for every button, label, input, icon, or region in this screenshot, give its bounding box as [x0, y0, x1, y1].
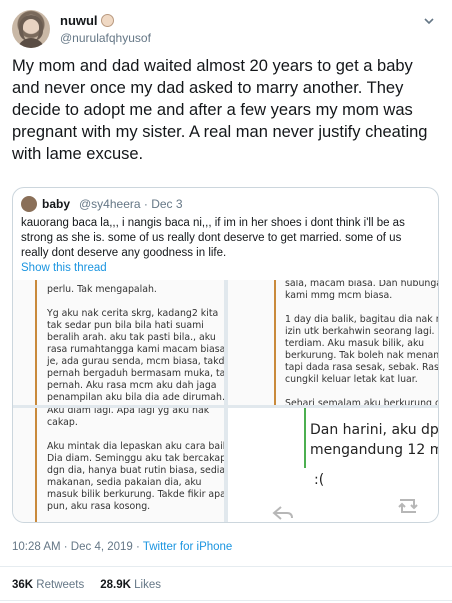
quoted-author-name: baby [42, 197, 71, 211]
tweet-timestamp[interactable]: 10:28 AM · Dec 4, 2019 · [12, 541, 143, 553]
author-name[interactable]: nuwul [60, 13, 114, 28]
image-3-text: Aku diam lagi. Apa lagi yg aku nak cakap… [47, 408, 224, 512]
show-thread-link[interactable]: Show this thread [21, 262, 107, 274]
divider [0, 600, 452, 601]
author-name-text: nuwul [60, 13, 98, 28]
quoted-author-handle: @sy4heera · Dec 3 [79, 197, 183, 211]
tweet-meta: 10:28 AM · Dec 4, 2019 · Twitter for iPh… [12, 541, 232, 553]
tweet-source-link[interactable]: Twitter for iPhone [143, 541, 232, 553]
reply-arrow-icon [272, 506, 293, 520]
chevron-down-icon[interactable] [422, 14, 436, 28]
retweets-stat[interactable]: 36K Retweets [12, 579, 84, 591]
avatar[interactable] [12, 10, 50, 48]
quoted-image-2[interactable]: sala, macam biasa. Dan hubungan kami mmg… [228, 280, 439, 405]
author-handle[interactable]: @nurulafqhyusof [60, 31, 151, 45]
quoted-image-3[interactable]: Aku diam lagi. Apa lagi yg aku nak cakap… [13, 408, 224, 522]
tweet-header: nuwul @nurulafqhyusof [12, 10, 440, 50]
image-1-text: perlu. Tak mengapalah. Yg aku nak cerita… [47, 284, 224, 403]
quoted-image-1[interactable]: perlu. Tak mengapalah. Yg aku nak cerita… [13, 280, 224, 405]
face-emoji-icon [100, 14, 114, 27]
retweets-count: 36K [12, 579, 34, 591]
image-2-text: sala, macam biasa. Dan hubungan kami mmg… [285, 280, 439, 405]
likes-stat[interactable]: 28.9K Likes [100, 579, 161, 591]
quoted-tweet[interactable]: baby @sy4heera · Dec 3 kauorang baca la,… [12, 187, 439, 523]
quoted-image-4[interactable]: Dan harini, aku dpt mengandung 12 m :( [228, 408, 439, 522]
quoted-avatar [21, 196, 37, 212]
tweet-stats: 36K Retweets 28.9K Likes [12, 579, 161, 591]
divider [0, 566, 452, 567]
retweets-label: Retweets [33, 579, 85, 591]
quoted-image-grid: perlu. Tak mengapalah. Yg aku nak cerita… [13, 280, 439, 522]
retweet-icon [398, 499, 418, 513]
image-4-text: Dan harini, aku dpt mengandung 12 m [310, 422, 439, 458]
likes-label: Likes [130, 579, 161, 591]
tweet-text: My mom and dad waited almost 20 years to… [12, 57, 428, 163]
quoted-tweet-text: kauorang baca la,,, i nangis baca ni,,, … [21, 217, 405, 259]
likes-count: 28.9K [100, 579, 131, 591]
image-4-face: :( [314, 472, 325, 488]
